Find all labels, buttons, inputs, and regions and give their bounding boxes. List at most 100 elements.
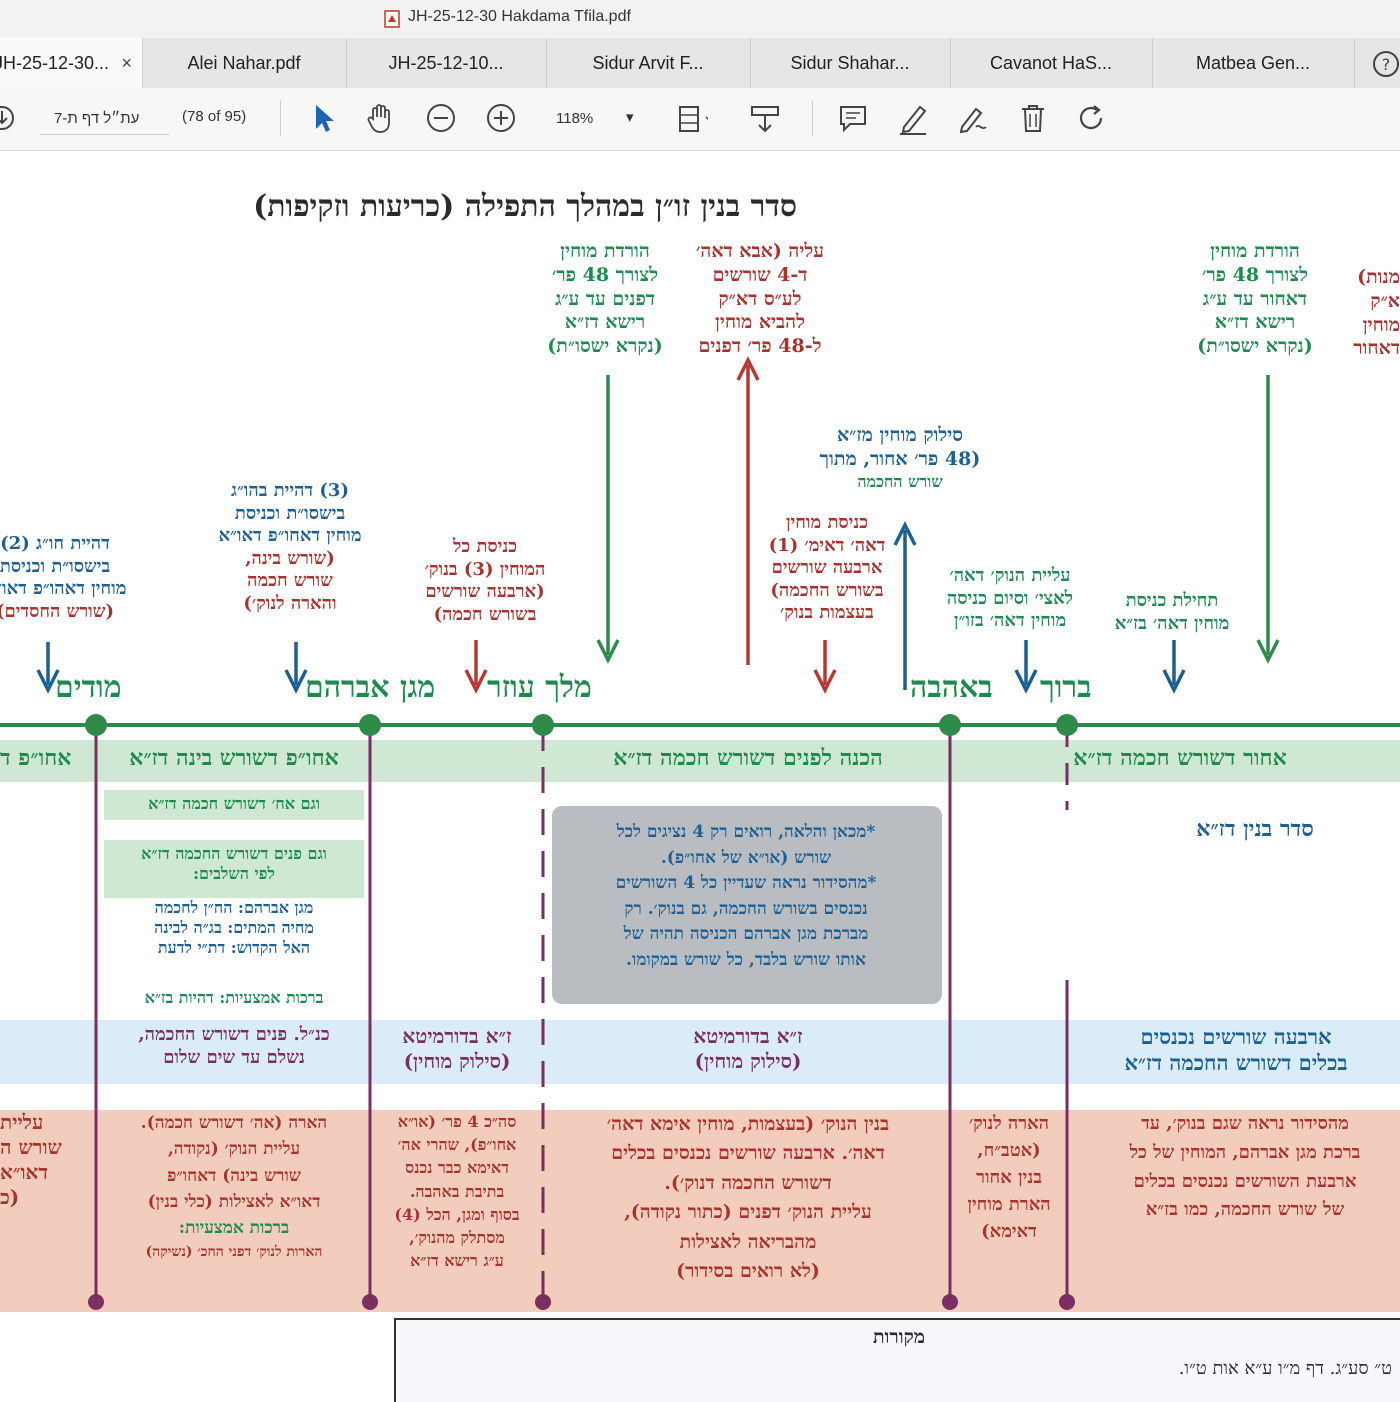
end-node [1059, 1294, 1075, 1310]
note-line: שורש בינה) דאחו״פ [167, 1165, 301, 1186]
note-line: (כ [0, 1185, 20, 1209]
tab-matbea[interactable]: Matbea Gen... [1152, 38, 1355, 88]
note-line: הורדת מוחין [560, 240, 650, 262]
note-line: לפי השלבים: [193, 864, 275, 883]
timeline-node [1056, 714, 1078, 736]
note-line: (לא רואים בסידור) [676, 1260, 820, 1283]
note-line: אותו שורש בלבד, כל שורש במקומו. [626, 949, 866, 970]
note-line: של שורש החכמה, כמו בז״א [1145, 1199, 1345, 1221]
note-line: דשורש החכמה דנוק׳). [664, 1171, 832, 1194]
sources-box: מקורות ט״ סע״ג. דף מ״ו ע״א אות ט״ו. [394, 1318, 1400, 1402]
note-line: עליית [0, 1110, 44, 1134]
note-line: (3) דהיית בהו״ג [231, 480, 349, 501]
svg-text:?: ? [1382, 55, 1391, 74]
sources-line: ט״ סע״ג. דף מ״ו ע״א אות ט״ו. [1178, 1358, 1392, 1379]
tab-sidur-shahar[interactable]: Sidur Shahar... [750, 38, 951, 88]
hand-icon[interactable] [364, 101, 398, 135]
tab-alei-nahar[interactable]: Alei Nahar.pdf [142, 38, 347, 88]
note-line: מהסידור נראה שגם בנוק׳, עד [1141, 1113, 1349, 1134]
delete-icon[interactable] [1016, 101, 1050, 135]
band-blue-seg4: ארבעה שורשים נכנסים בכלים דשורש החכמה דז… [1072, 1024, 1400, 1077]
note-line: מוחין דאה׳ בז״א [1114, 612, 1230, 634]
fit-page-icon[interactable] [674, 101, 708, 135]
zoom-value: 118% [556, 110, 594, 127]
note-line: עליית הנוק׳ (נקודה, [167, 1139, 301, 1160]
page-count: (78 of 95) [182, 108, 247, 125]
timeline-node [532, 714, 554, 736]
note-line: אחו״פ), שהרי אה׳ [397, 1135, 517, 1155]
note-line: מוחין דאה׳ בזו״ן [953, 610, 1067, 631]
note-line: לצורך 48 פר׳ [1201, 263, 1309, 286]
note-line: מהבריאה לאצילות [679, 1230, 817, 1253]
note-line: עליית הנוק׳ דאה׳ [949, 565, 1071, 586]
note-line: שורש (או״א של אחו״פ). [660, 847, 832, 868]
note-thilat: תחילת כניסת מוחין דאה׳ בז״א [1092, 590, 1252, 635]
note-horadat-panim: הורדת מוחין לצורך 48 פר׳ דפנים עד ע״ג רי… [530, 240, 680, 359]
note-line: הארת מוחין [967, 1194, 1051, 1215]
band-green-ahp-bina: אחו״פ דשורש בינה דז״א [129, 745, 339, 771]
note-edge-red: מנות) א״ק מוחין דאחור [1336, 266, 1400, 361]
note-line: בנין אחור [976, 1167, 1042, 1188]
note-line: בנין הנוק׳ (בעצמות, מוחין אימא דאה׳ [606, 1113, 890, 1135]
help-icon[interactable]: ? [1370, 49, 1400, 79]
tab-cavanot[interactable]: Cavanot HaS... [950, 38, 1153, 88]
note-line: עליה (אבא דאה׳ [696, 240, 824, 262]
scroll-mode-icon[interactable] [748, 101, 782, 135]
zoom-out-icon[interactable] [424, 101, 458, 135]
note-line: (שורש בינה, [245, 547, 335, 569]
note-line: נכנסים בשורש החכמה, גם בנוק׳. רק [624, 898, 868, 919]
note-line: מנות) [1357, 266, 1400, 288]
note-line: (שורש החסדים) [0, 600, 115, 622]
note-line: בעצמות בנוק׳ [780, 602, 874, 623]
zoom-in-icon[interactable] [484, 101, 518, 135]
cursor-icon[interactable] [306, 101, 340, 135]
band-red-col4: הארה לנוק׳ (אטב״ח, בנין אחור הארת מוחין … [954, 1110, 1064, 1245]
note-line: דפנים עד ע״ג [555, 287, 655, 310]
note-line: שורש ה [0, 1135, 62, 1159]
note-line: דאימא כבר נכנס [405, 1158, 509, 1178]
rotate-icon[interactable] [1074, 101, 1108, 135]
word-beahava: באהבה [910, 670, 993, 705]
note-line: דאחור עד ע״ג [1202, 287, 1308, 310]
page-input[interactable]: עת״ל דף ת-7 [40, 104, 170, 135]
comment-icon[interactable] [836, 101, 870, 135]
tab-bar: JH-25-12-30... × Alei Nahar.pdf JH-25-12… [0, 38, 1400, 89]
note-line: כנ״ל. פנים דשורש החכמה, [138, 1024, 330, 1045]
band-red-col5: מהסידור נראה שגם בנוק׳, עד ברכת מגן אברה… [1090, 1110, 1400, 1225]
close-icon[interactable]: × [121, 38, 132, 88]
tab-jh-25-12-10[interactable]: JH-25-12-10... [346, 38, 547, 88]
note-line: ארבעה שורשים נכנסים [1140, 1024, 1332, 1049]
band-blue-seg1: כנ״ל. פנים דשורש החכמה, נשלם עד שים שלום [100, 1024, 368, 1069]
note-line: כניסת מוחין [785, 512, 869, 533]
note-line: עליית הנוק׳ דפנים (כתור נקודה), [624, 1201, 872, 1224]
note-line: (אטב״ח, [977, 1140, 1041, 1161]
note-line: מוחין דאהו״פ דאו״א [0, 578, 127, 599]
gam-ah: וגם אח׳ דשורש חכמה דז״א [148, 794, 320, 813]
note-line: לצורך 48 פר׳ [551, 263, 659, 286]
note-line: (נקרא ישסו״ת) [1197, 335, 1313, 357]
note-line: ארבעת השורשים נכנסים בכלים [1133, 1170, 1357, 1192]
band-green-hachana: הכנה לפנים דשורש חכמה דז״א [613, 745, 883, 771]
note-line: הארה לנוק׳ [968, 1113, 1050, 1134]
brachot-line: ברכות אמצעיות: דהיות בז״א [144, 988, 324, 1007]
note-line: שורש חכמה [247, 570, 333, 591]
band-red-col2: סה״כ 4 פר׳ (או״א אחו״פ), שהרי אה׳ דאימא … [374, 1110, 540, 1272]
note-line: (48 פר׳ אחור, מתוך [819, 447, 981, 470]
window-title: JH-25-12-30 Hakdama Tfila.pdf [408, 8, 631, 25]
tab-sidur-arvit[interactable]: Sidur Arvit F... [546, 38, 751, 88]
note-line: מחיה המתים: בג״ה לבינה [154, 918, 314, 937]
note-line: הארה (אה׳ דשורש חכמה). [140, 1113, 328, 1133]
download-icon[interactable] [0, 104, 18, 132]
tab-active[interactable]: JH-25-12-30... × [0, 38, 143, 88]
note-line: *מהסידור נראה שעדיין כל 4 השורשים [615, 873, 877, 893]
note-line: בתיבת באהבה. [409, 1181, 505, 1201]
window-title-bar: JH-25-12-30 Hakdama Tfila.pdf [0, 0, 1400, 39]
zoom-select[interactable]: 118% ▾ [546, 104, 642, 134]
note-line: דאחור [1353, 337, 1400, 360]
timeline-node [939, 714, 961, 736]
note-line: הורדת מוחין [1210, 240, 1300, 262]
sign-icon[interactable] [956, 101, 990, 135]
highlight-icon[interactable] [896, 101, 930, 135]
note-line: (סילוק מוחין) [694, 1049, 802, 1073]
note-line: האל הקדוש: דת״י לדעת [157, 938, 311, 957]
